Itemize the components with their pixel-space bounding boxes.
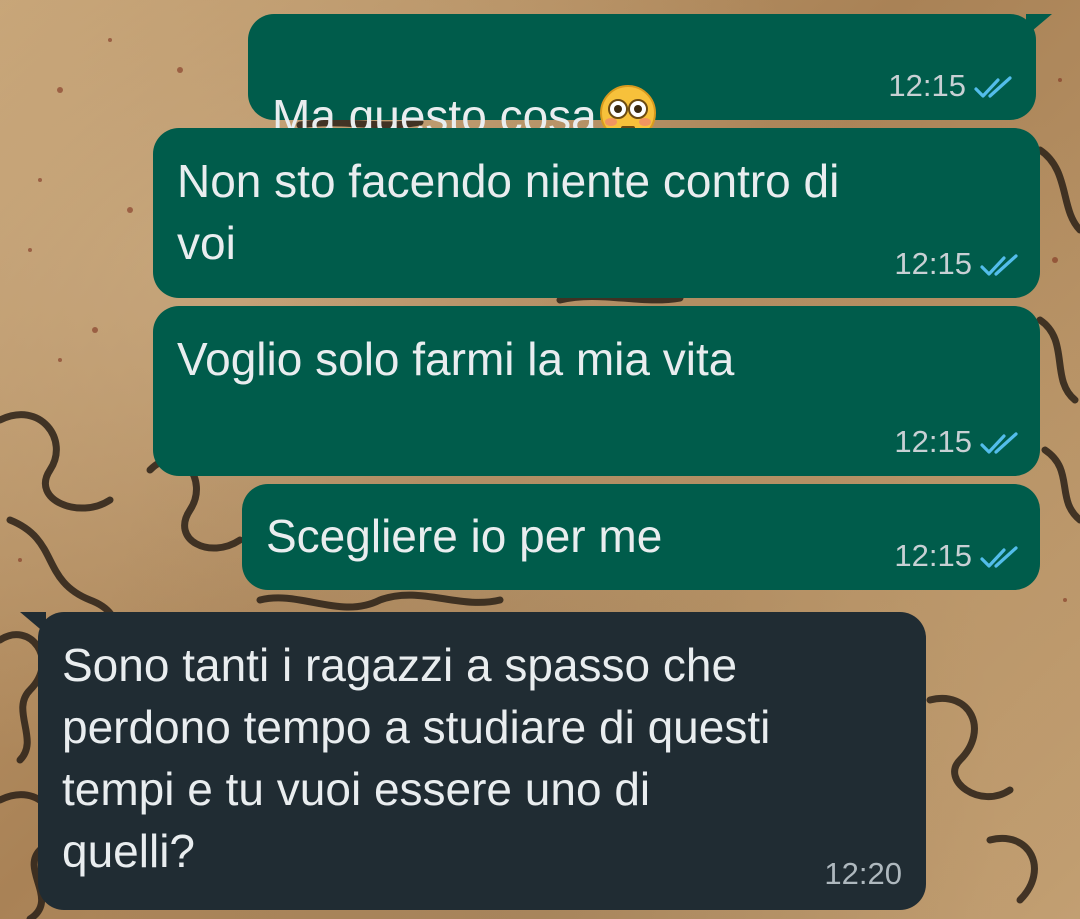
message-time: 12:20 [824, 856, 902, 891]
read-double-check-icon [980, 429, 1020, 455]
message-time: 12:15 [888, 68, 966, 103]
message-meta: 12:15 [894, 538, 1020, 574]
read-double-check-icon [974, 73, 1014, 99]
bubble-tail [1026, 14, 1052, 36]
message-text: Sono tanti i ragazzi a spasso che perdon… [62, 639, 771, 877]
incoming-message-bubble[interactable]: Sono tanti i ragazzi a spasso che perdon… [20, 612, 926, 910]
read-double-check-icon [980, 251, 1020, 277]
bubble-tail [20, 612, 46, 634]
message-meta: 12:15 [888, 68, 1014, 104]
message-meta: 12:20 [824, 856, 902, 892]
message-meta: 12:15 [894, 246, 1020, 282]
message-time: 12:15 [894, 538, 972, 573]
read-double-check-icon [980, 543, 1020, 569]
message-meta: 12:15 [894, 424, 1020, 460]
message-time: 12:15 [894, 246, 972, 281]
outgoing-message-bubble[interactable]: Voglio solo farmi la mia vita 12:15 [153, 306, 1040, 476]
message-text: Non sto facendo niente contro di voi [177, 155, 840, 269]
outgoing-message-bubble[interactable]: Scegliere io per me 12:15 [242, 484, 1040, 590]
message-time: 12:15 [894, 424, 972, 459]
message-text: Scegliere io per me [266, 510, 663, 562]
outgoing-message-bubble[interactable]: Ma questo cosa 12:15 [248, 14, 1052, 142]
outgoing-message-bubble[interactable]: Non sto facendo niente contro di voi 12:… [153, 128, 1040, 298]
message-text: Voglio solo farmi la mia vita [177, 333, 735, 385]
